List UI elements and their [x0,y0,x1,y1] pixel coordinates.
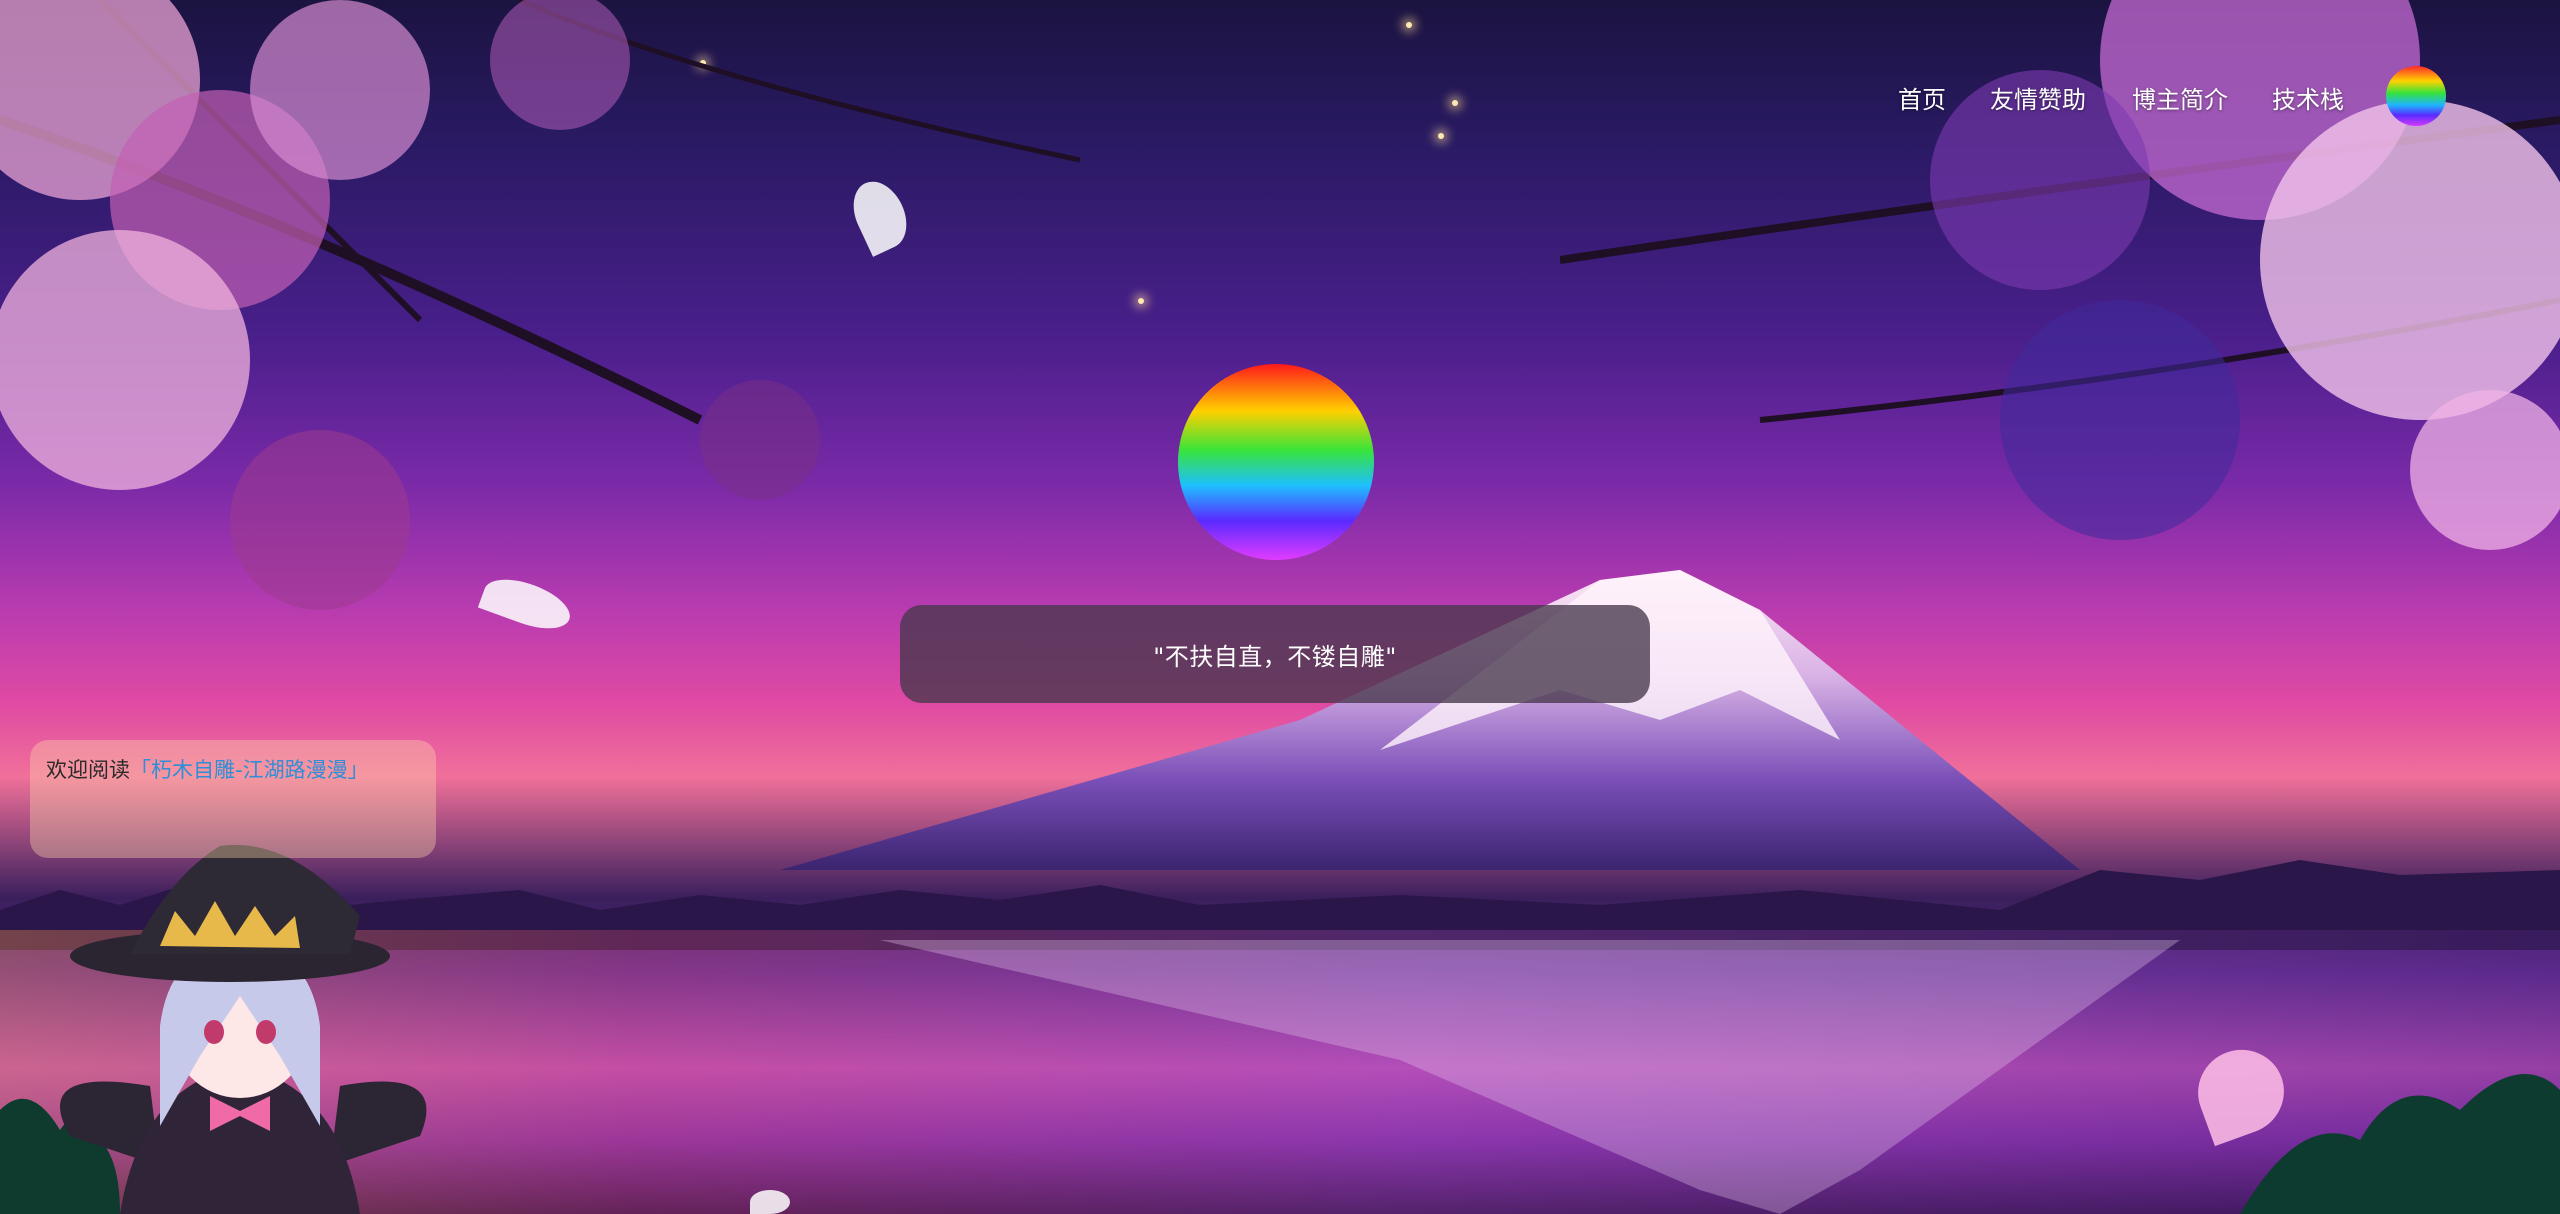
mountain-reflection [880,940,2180,1214]
nav-tech-stack-link[interactable]: 技术栈 [2272,80,2344,115]
rainbow-avatar-icon[interactable] [1178,364,1374,560]
motto-box: "不扶自直，不镂自雕" [900,605,1650,703]
top-nav: 首页 友情赞助 博主简介 技术栈 [0,66,2560,126]
star-decoration [1138,298,1144,304]
nav-home-link[interactable]: 首页 [1898,80,1946,115]
nav-about-link[interactable]: 博主简介 [2132,80,2228,115]
star-decoration [1438,133,1444,139]
witch-girl-mascot[interactable] [30,836,450,1214]
nav-sponsor-link[interactable]: 友情赞助 [1990,80,2086,115]
petal-decoration [750,1190,790,1214]
welcome-blog-link[interactable]: 「朽木自雕-江湖路漫漫」 [130,758,369,782]
welcome-box: 欢迎阅读「朽木自雕-江湖路漫漫」 [30,740,436,858]
page-background: 首页 友情赞助 博主简介 技术栈 "不扶自直，不镂自雕" 欢迎阅读「朽木自雕-江… [0,0,2560,1214]
welcome-prefix: 欢迎阅读 [46,758,130,782]
star-decoration [1406,22,1412,28]
rainbow-avatar-icon[interactable] [2386,66,2446,126]
motto-text: "不扶自直，不镂自雕" [1153,642,1397,671]
bush-right [2240,1074,2560,1214]
